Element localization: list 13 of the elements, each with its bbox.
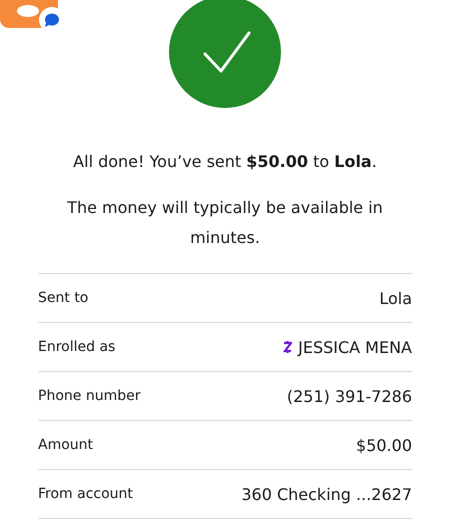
availability-note: The money will typically be available in minutes. — [66, 197, 384, 249]
detail-value: Lola — [379, 288, 412, 308]
detail-value: $50.00 — [356, 436, 412, 454]
detail-label: Enrolled as — [38, 339, 116, 355]
zelle-icon — [283, 340, 292, 354]
detail-value: (251) 391-7286 — [286, 386, 412, 406]
confirmation-message: All done! You’ve sent $50.00 to Lola. — [73, 152, 377, 171]
detail-label: From account — [38, 486, 133, 502]
detail-label: Amount — [38, 437, 94, 453]
detail-label: Sent to — [38, 290, 88, 306]
detail-label: Phone number — [38, 388, 140, 404]
detail-value: JESSICA MENA — [298, 338, 412, 356]
detail-value: 360 Checking ...2627 — [241, 484, 412, 504]
